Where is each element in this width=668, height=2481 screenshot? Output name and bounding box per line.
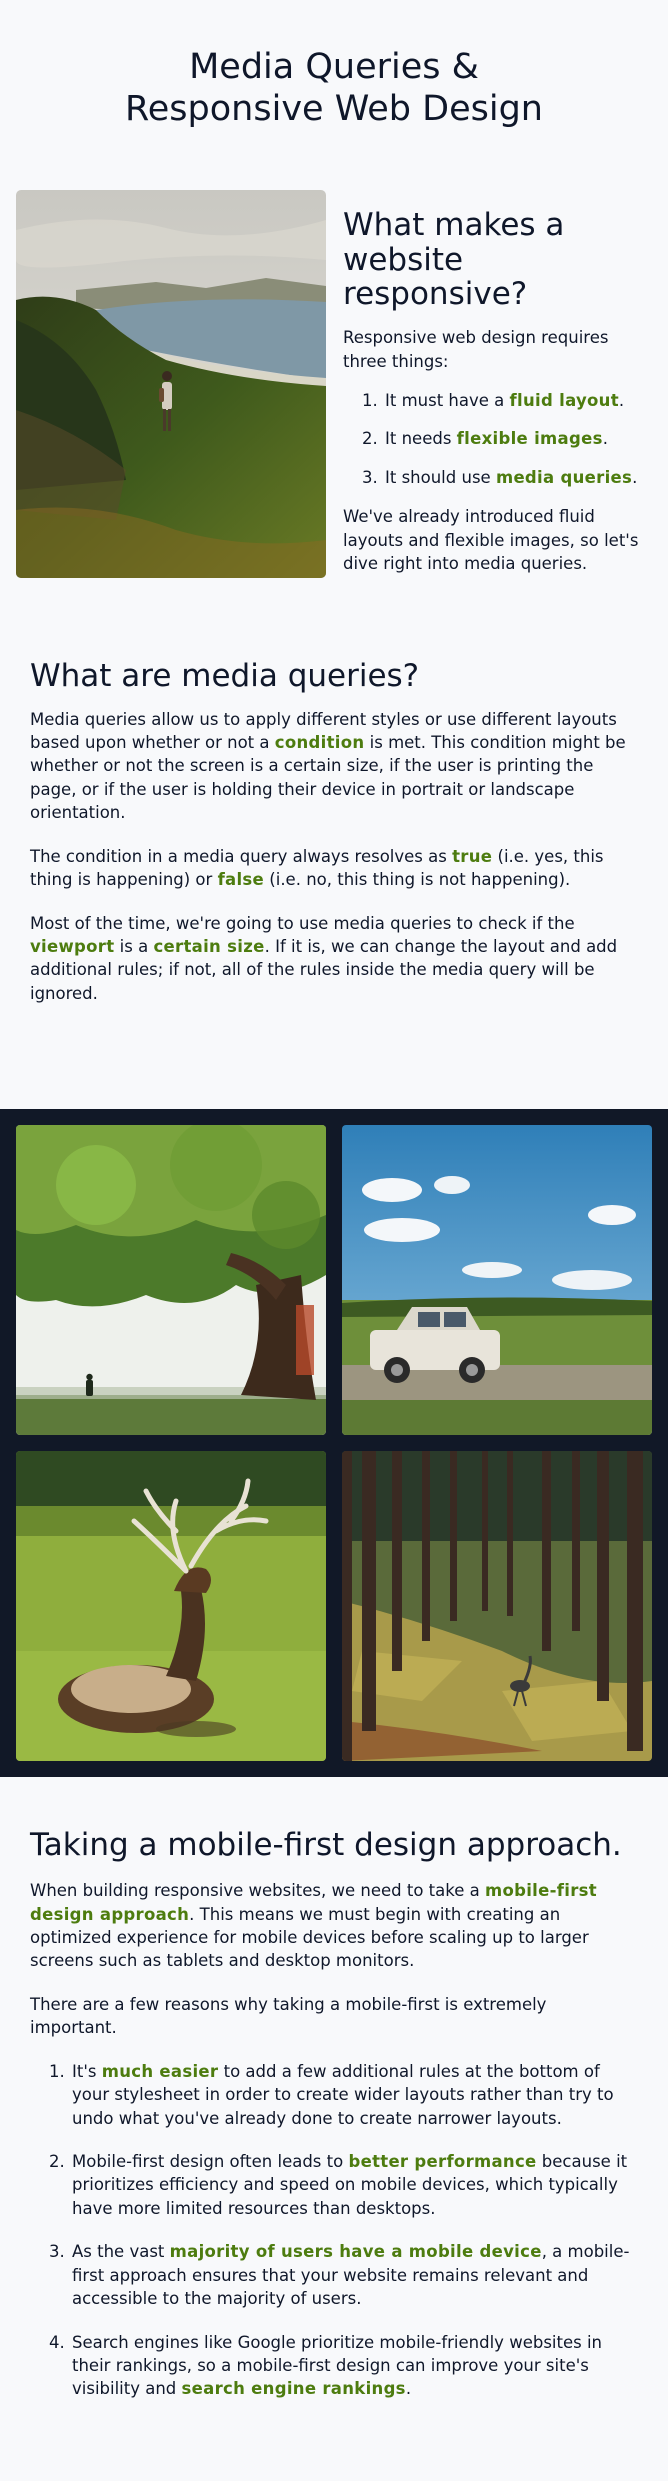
page-header: Media Queries & Responsive Web Design xyxy=(0,0,668,190)
item-text: . xyxy=(618,391,625,410)
coastal-hiker-image xyxy=(16,190,326,578)
highlight-term: flexible images xyxy=(456,429,603,449)
item-text: . xyxy=(602,429,608,449)
page-title-line-1: Media Queries & xyxy=(189,47,479,87)
media-queries-paragraph: Media queries allow us to apply differen… xyxy=(30,708,638,825)
paragraph-text: When building responsive websites, we ne… xyxy=(30,1881,485,1901)
requirement-item: It should use media queries. xyxy=(383,466,652,489)
item-text: As the vast xyxy=(72,2242,170,2262)
tree-meadow-image xyxy=(16,1125,326,1436)
item-text: Mobile-first design often leads to xyxy=(72,2152,349,2171)
highlight-term: viewport xyxy=(30,936,115,956)
reason-item: It's much easier to add a few additional… xyxy=(70,2060,638,2130)
reason-item: As the vast majority of users have a mob… xyxy=(70,2240,638,2310)
paragraph-text: Most of the time, we're going to use med… xyxy=(30,913,575,933)
reason-item: Mobile-first design often leads to bette… xyxy=(70,2150,638,2220)
reason-item: Search engines like Google prioritize mo… xyxy=(70,2331,638,2401)
image-gallery xyxy=(0,1109,668,1778)
media-queries-paragraph: The condition in a media query always re… xyxy=(30,845,638,892)
highlight-term: false xyxy=(217,870,265,890)
requirement-item: It must have a fluid layout. xyxy=(383,389,652,412)
requirements-list: It must have a fluid layout. It needs fl… xyxy=(343,389,652,489)
paragraph-text: (i.e. no, this thing is not happening). xyxy=(264,870,571,890)
media-queries-heading: What are media queries? xyxy=(30,657,420,694)
highlight-term: certain size xyxy=(153,936,265,956)
elk-pasture-image xyxy=(16,1451,326,1762)
intro-outro: We've already introduced fluid layouts a… xyxy=(343,507,639,574)
intro-section: What makes a website responsive? Respons… xyxy=(0,190,668,592)
mobile-first-heading: Taking a mobile-first design approach. xyxy=(30,1827,622,1864)
highlight-term: true xyxy=(452,846,493,866)
mobile-first-section: Taking a mobile-first design approach. W… xyxy=(0,1777,668,2481)
mobile-first-paragraph: There are a few reasons why taking a mob… xyxy=(30,1994,547,2038)
item-text: It should use xyxy=(385,467,496,487)
highlight-term: majority of users have a mobile device xyxy=(169,2242,542,2262)
mobile-first-paragraph: When building responsive websites, we ne… xyxy=(30,1879,638,1973)
forest-bird-image xyxy=(342,1451,652,1762)
highlight-term: search engine rankings xyxy=(181,2379,406,2399)
paragraph-text: The condition in a media query always re… xyxy=(30,846,453,866)
intro-text: What makes a website responsive? Respons… xyxy=(343,190,652,592)
highlight-term: fluid layout xyxy=(509,391,619,410)
intro-lead: Responsive web design requires three thi… xyxy=(343,328,609,371)
page-title: Media Queries & Responsive Web Design xyxy=(20,46,648,130)
highlight-term: better performance xyxy=(348,2152,537,2171)
media-queries-section: What are media queries? Media queries al… xyxy=(0,592,668,1090)
suv-field-image xyxy=(342,1125,652,1436)
highlight-term: media queries xyxy=(495,467,633,487)
item-text: . xyxy=(405,2379,412,2399)
page-title-line-2: Responsive Web Design xyxy=(125,89,543,129)
highlight-term: condition xyxy=(274,732,365,752)
paragraph-text: is a xyxy=(114,936,154,956)
reasons-list: It's much easier to add a few additional… xyxy=(30,2060,638,2401)
item-text: It must have a xyxy=(385,391,510,410)
item-text: It's xyxy=(72,2061,102,2081)
item-text: . xyxy=(632,467,638,487)
media-queries-paragraph: Most of the time, we're going to use med… xyxy=(30,912,638,1006)
intro-heading: What makes a website responsive? xyxy=(343,207,565,313)
item-text: It needs xyxy=(385,429,457,449)
requirement-item: It needs flexible images. xyxy=(383,427,652,450)
highlight-term: much easier xyxy=(101,2061,219,2081)
